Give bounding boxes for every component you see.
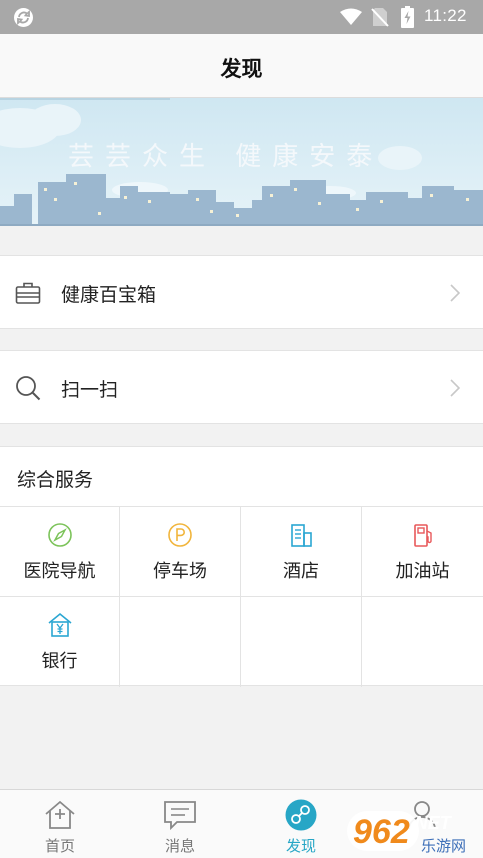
tab-label: 首页 [44, 837, 75, 855]
service-parking[interactable]: 停车场 [120, 507, 241, 597]
discover-icon [285, 799, 317, 831]
chevron-right-icon [450, 379, 460, 397]
service-hospital-navigation[interactable]: 医院导航 [0, 507, 120, 597]
service-label: 银行 [41, 651, 78, 672]
empty-cell [362, 597, 483, 687]
message-icon [164, 801, 196, 831]
watermark-subtext: 乐游网 [421, 837, 466, 855]
briefcase-icon [15, 282, 41, 304]
service-gas-station[interactable]: 加油站 [362, 507, 483, 597]
empty-cell [241, 597, 362, 687]
service-hotel[interactable]: 酒店 [241, 507, 362, 597]
empty-cell [120, 597, 241, 687]
hotel-icon [291, 524, 312, 547]
banner-slogan: 芸芸众生 健康安泰 [68, 142, 384, 172]
tab-home[interactable]: 首页 [0, 790, 120, 858]
status-time: 11:22 [424, 6, 467, 25]
services-grid: 医院导航 停车场 酒店 加油站 银行 [0, 506, 483, 687]
chevron-right-icon [450, 284, 460, 302]
title-bar: 发现 [0, 34, 483, 98]
service-label: 医院导航 [23, 561, 96, 582]
bank-icon [47, 612, 72, 637]
battery-charging-icon [401, 6, 414, 28]
banner[interactable]: 芸芸众生 健康安泰 [0, 98, 483, 226]
page-title: 发现 [220, 57, 263, 81]
service-label: 加油站 [395, 561, 450, 582]
menu-item-label: 健康百宝箱 [61, 284, 157, 306]
status-bar: 11:22 [0, 0, 483, 34]
sync-icon [14, 8, 33, 27]
no-sim-icon [371, 8, 389, 27]
service-label: 停车场 [153, 561, 207, 582]
search-icon [16, 376, 41, 401]
tab-label: 消息 [164, 837, 195, 855]
watermark-logo: 962.NET 乐游网 [347, 811, 466, 855]
tab-messages[interactable]: 消息 [120, 790, 240, 858]
gas-station-icon [413, 524, 432, 547]
service-label: 酒店 [283, 561, 319, 582]
section-title: 综合服务 [17, 469, 94, 491]
home-icon [45, 800, 75, 829]
wifi-icon [340, 8, 362, 25]
menu-item-label: 扫一扫 [61, 379, 119, 401]
compass-icon [47, 523, 72, 547]
parking-icon [168, 523, 192, 547]
menu-item-scan[interactable]: 扫一扫 [0, 350, 483, 424]
menu-item-health-toolbox[interactable]: 健康百宝箱 [0, 255, 483, 329]
services-section: 综合服务 医院导航 停车场 酒店 加油站 银行 [0, 446, 483, 687]
service-bank[interactable]: 银行 [0, 597, 120, 687]
